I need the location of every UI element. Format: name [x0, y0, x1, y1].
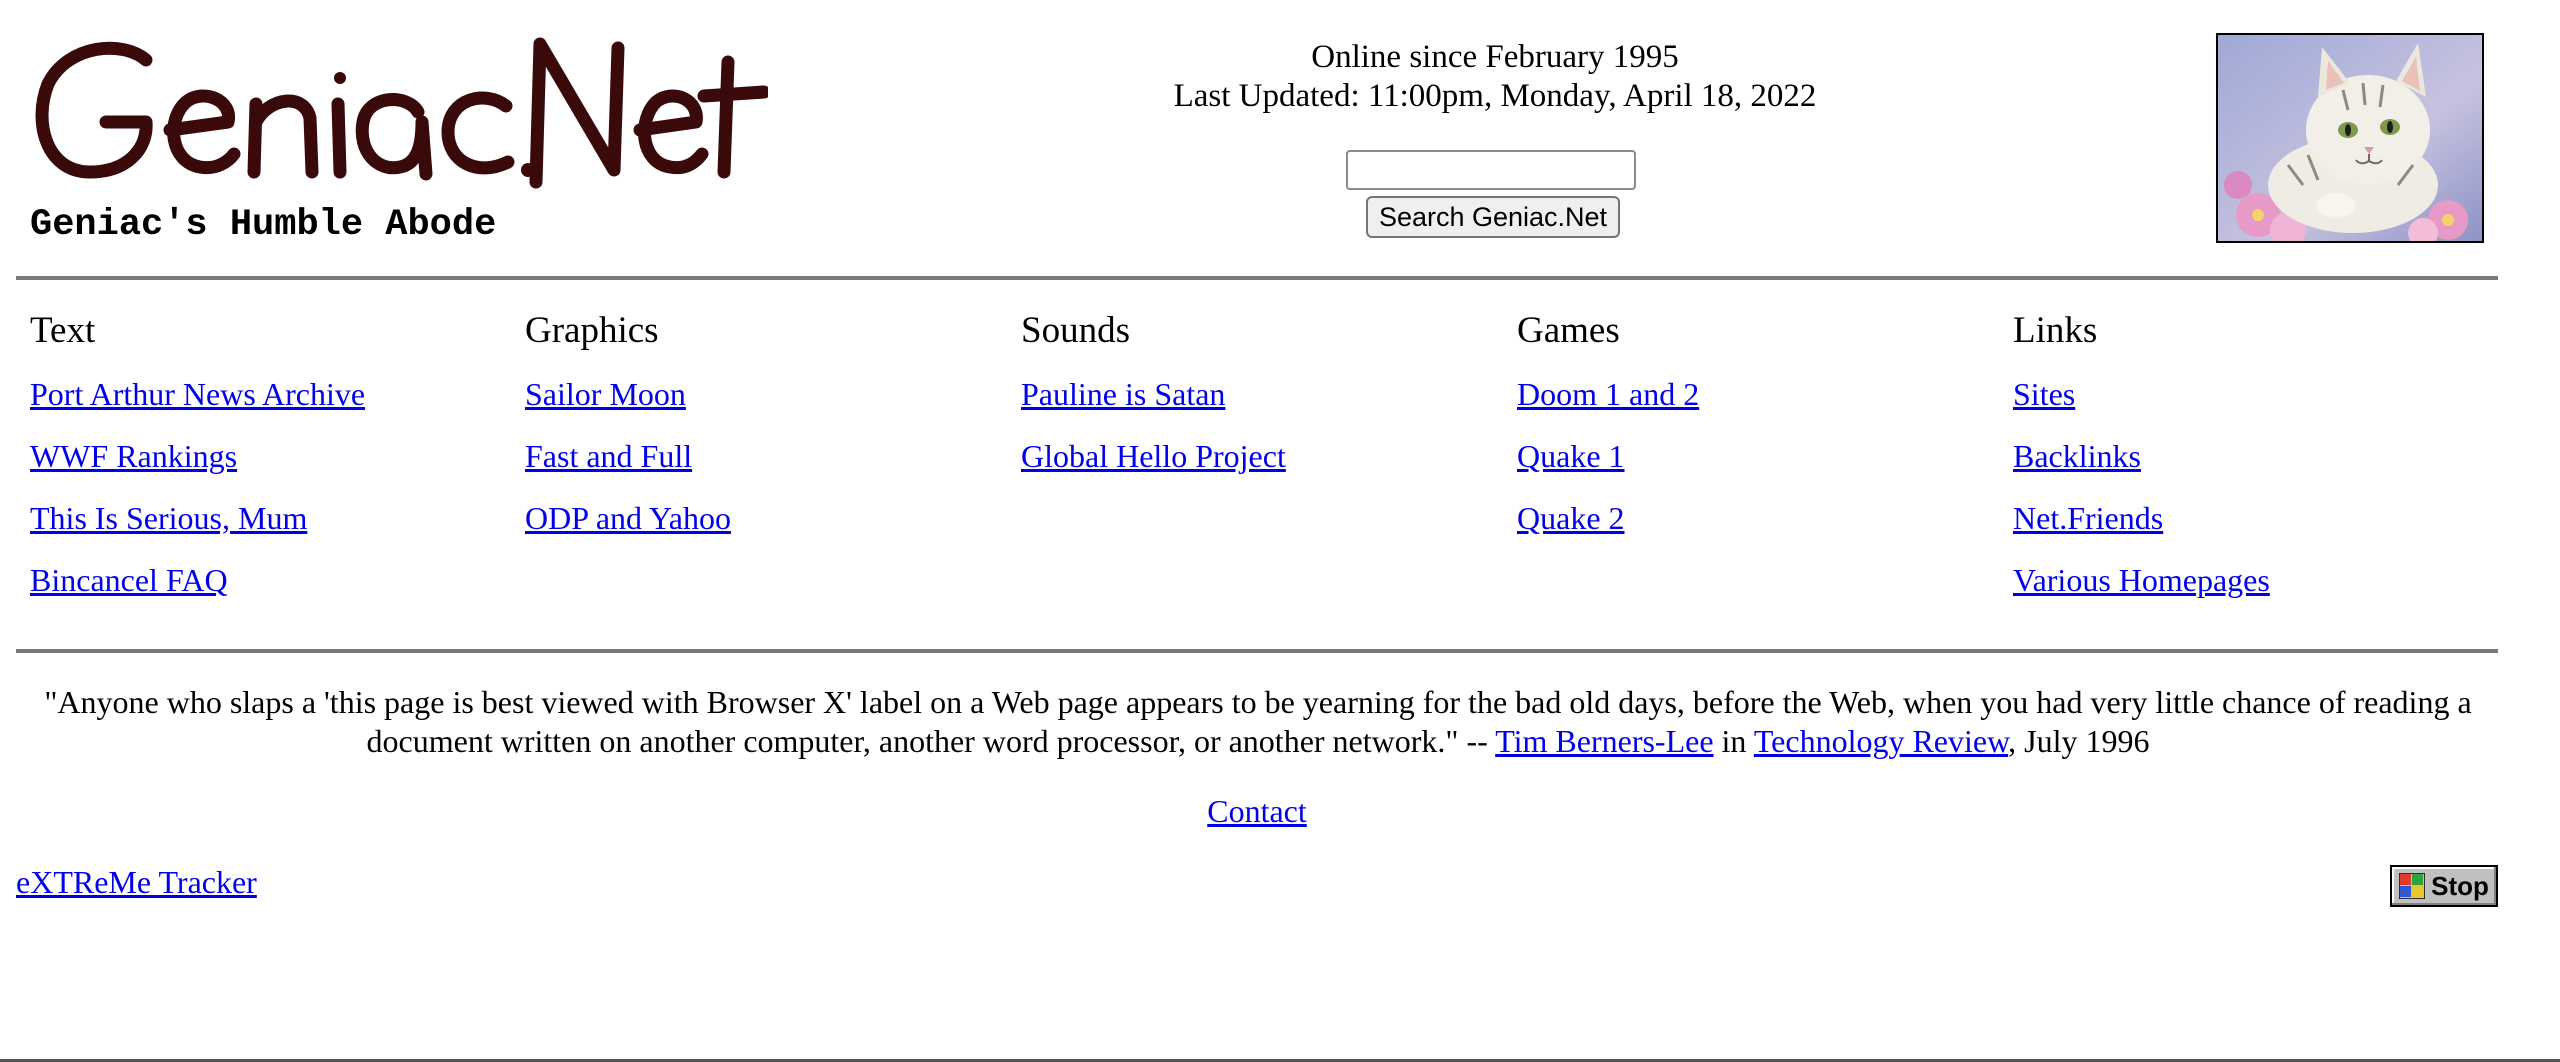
contact-link[interactable]: Contact [1207, 793, 1307, 829]
nav-link[interactable]: WWF Rankings [30, 438, 237, 474]
nav-link[interactable]: Various Homepages [2013, 562, 2270, 598]
stop-flag-icon [2399, 873, 2426, 899]
nav-link[interactable]: Backlinks [2013, 438, 2141, 474]
quote-date: , July 1996 [2008, 723, 2150, 759]
nav-column-games: Games Doom 1 and 2 Quake 1 Quake 2 [1517, 305, 1977, 549]
site-header: Geniac's Humble Abode Online since Febru… [0, 0, 2560, 270]
nav-link[interactable]: Bincancel FAQ [30, 562, 228, 598]
nav-column-sounds: Sounds Pauline is Satan Global Hello Pro… [1021, 305, 1481, 487]
stop-label: Stop [2431, 870, 2489, 901]
tracker-row: eXTReMe Tracker [16, 862, 257, 902]
nav-link[interactable]: Net.Friends [2013, 500, 2163, 536]
nav-link[interactable]: Sites [2013, 376, 2075, 412]
online-since-text: Online since February 1995 [1311, 39, 1679, 75]
search-input[interactable] [1346, 150, 1636, 190]
nav-link[interactable]: Pauline is Satan [1021, 376, 1225, 412]
nav-link[interactable]: Quake 2 [1517, 500, 1625, 536]
nav-heading: Sounds [1021, 310, 1130, 351]
site-logo[interactable] [28, 22, 771, 202]
contact-row: Contact [0, 791, 2514, 831]
quote-source-link[interactable]: Technology Review [1754, 723, 2008, 759]
nav-link[interactable]: Global Hello Project [1021, 438, 1286, 474]
nav-link[interactable]: Quake 1 [1517, 438, 1625, 474]
nav-link[interactable]: This Is Serious, Mum [30, 500, 307, 536]
nav-link[interactable]: Port Arthur News Archive [30, 376, 365, 412]
top-divider [16, 276, 2498, 280]
kitten-image [2216, 33, 2484, 243]
quote-in: in [1721, 723, 1747, 759]
site-info: Online since February 1995 Last Updated:… [1045, 38, 1945, 116]
nav-link[interactable]: Fast and Full [525, 438, 692, 474]
nav-link[interactable]: Doom 1 and 2 [1517, 376, 1699, 412]
kitten-icon [2218, 35, 2482, 241]
nav-heading: Graphics [525, 310, 659, 351]
nav-column-links: Links Sites Backlinks Net.Friends Variou… [2013, 305, 2473, 611]
tracker-link[interactable]: eXTReMe Tracker [16, 864, 257, 900]
nav-column-graphics: Graphics Sailor Moon Fast and Full ODP a… [525, 305, 985, 549]
site-tagline: Geniac's Humble Abode [30, 204, 497, 246]
nav-link[interactable]: Sailor Moon [525, 376, 686, 412]
last-updated-text: Last Updated: 11:00pm, Monday, April 18,… [1173, 78, 1817, 114]
logo-graphic [35, 37, 771, 189]
nav-column-text: Text Port Arthur News Archive WWF Rankin… [30, 305, 490, 611]
bottom-divider [16, 649, 2498, 653]
stop-button[interactable]: Stop [2390, 865, 2498, 907]
nav-heading: Games [1517, 310, 1620, 351]
quote-block: "Anyone who slaps a 'this page is best v… [30, 683, 2486, 761]
nav-heading: Links [2013, 310, 2098, 351]
nav-heading: Text [30, 310, 96, 351]
nav-link[interactable]: ODP and Yahoo [525, 500, 731, 536]
quote-author-link[interactable]: Tim Berners-Lee [1495, 723, 1713, 759]
search-button[interactable]: Search Geniac.Net [1366, 196, 1620, 238]
